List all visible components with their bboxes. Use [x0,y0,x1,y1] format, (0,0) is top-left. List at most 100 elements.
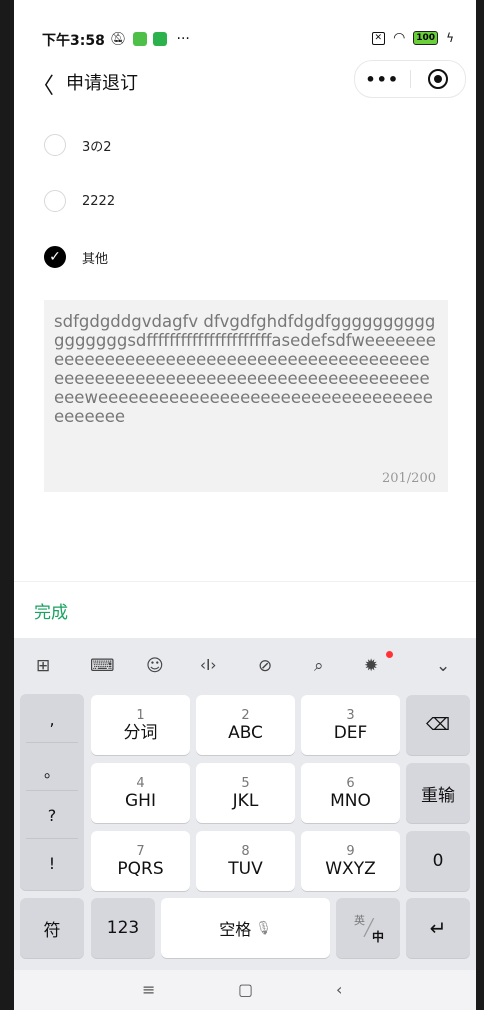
option-label: 其他 [82,251,109,267]
divider [26,838,78,839]
charging-icon: ϟ [446,31,454,45]
status-time: 下午3:58 [42,33,105,49]
close-miniprogram-button[interactable] [411,69,466,89]
key-8[interactable]: 8 TUV [196,831,295,891]
punct-key[interactable]: , [20,710,84,729]
nav-bar: 〈 申请退订 ••• [14,58,476,102]
home-icon[interactable]: ▢ [238,980,253,999]
status-icons-left: 🔕︎ ··· [110,31,190,47]
system-nav-bar: ≡ ▢ ‹ [14,970,476,1010]
key-0[interactable]: 0 [406,831,470,891]
wifi-icon: ◠ [393,30,406,46]
key-7[interactable]: 7 PQRS [91,831,190,891]
battery-icon: 100 [413,31,439,45]
status-icons-right: ✕ ◠ 100 ϟ [371,30,454,46]
collapse-keyboard-icon[interactable]: ⌄ [436,656,450,676]
punct-key[interactable]: 。 [20,758,84,782]
number-mode-label: 123 [106,918,140,938]
option-label: 2222 [82,193,116,209]
language-switch-button[interactable]: 英 ╱ 中 [336,898,400,958]
emoji-icon[interactable]: ☺ [146,656,164,676]
radio-checked-icon[interactable]: ✓ [44,246,66,268]
space-label: 空格 [219,920,252,939]
search-icon[interactable]: ⌕ [314,656,324,676]
back-nav-icon[interactable]: ‹ [336,980,342,999]
key-label: PQRS [117,858,164,879]
key-number: 1 [136,707,145,723]
backspace-icon: ⌫ [425,715,451,735]
key-label: GHI [125,790,156,811]
reenter-button[interactable]: 重输 [406,763,470,823]
apps-grid-icon[interactable]: ⊞ [36,656,50,676]
notification-dot [386,651,393,658]
key-4[interactable]: 4 GHI [91,763,190,823]
option-item[interactable]: 3の2 [44,132,112,158]
key-6[interactable]: 6 MNO [301,763,400,823]
textarea-value: sdfgdgddgvdagfv dfvgdfghdfdgdfgggggggggg… [54,312,436,426]
key-number: 4 [136,775,145,791]
miniprogram-capsule: ••• [354,60,466,98]
key-label: MNO [330,790,371,811]
key-label: ABC [228,722,263,743]
menu-icon[interactable]: ≡ [142,980,155,999]
more-menu-icon[interactable]: ••• [355,70,410,89]
symbol-button[interactable]: 符 [20,898,84,958]
key-label: TUV [228,858,263,879]
keyboard-layout-icon[interactable]: ⌨ [90,656,115,676]
target-icon [427,69,448,89]
option-label: 3の2 [82,139,112,155]
cursor-edit-icon[interactable]: ‹I› [200,656,216,674]
key-number: 6 [346,775,355,791]
option-item[interactable]: ✓ 其他 [44,244,108,270]
key-number: 7 [136,843,145,859]
key-number: 8 [241,843,250,859]
symbol-label: 符 [43,920,61,941]
key-1[interactable]: 1 分词 [91,695,190,755]
enter-button[interactable]: ↵ [406,898,470,958]
keyboard-toolbar: ⊞ ⌨ ☺ ‹I› ⊘ ⌕ ✹ ⌄ [14,638,476,694]
space-button[interactable]: 空格 🎙︎ [161,898,330,958]
key-number: 3 [346,707,355,723]
microphone-icon: 🎙︎ [255,920,272,936]
screen: 下午3:58 🔕︎ ··· ✕ ◠ 100 ϟ 〈 申请退订 ••• 3の2 2… [14,0,476,1010]
keyboard-accessory-bar: 完成 [14,581,476,639]
punct-key[interactable]: ? [20,806,84,825]
key-label: JKL [232,790,259,811]
key-label: WXYZ [325,858,376,879]
key-label: 0 [432,851,444,871]
reason-textarea[interactable]: sdfgdgddgvdagfv dfvgdfghdfdgdfgggggggggg… [44,300,448,492]
key-number: 2 [241,707,250,723]
option-item[interactable]: 2222 [44,188,115,214]
app-notification-icon [132,32,147,46]
divider [26,742,78,743]
enter-icon: ↵ [429,916,447,940]
back-icon[interactable]: 〈 [32,68,54,100]
punct-key[interactable]: ! [20,854,84,873]
status-bar: 下午3:58 🔕︎ ··· ✕ ◠ 100 ϟ [14,0,476,49]
clipboard-link-icon[interactable]: ⊘ [258,656,272,676]
key-number: 9 [346,843,355,859]
key-label: DEF [333,722,368,743]
divider [26,790,78,791]
sim-icon: ✕ [371,31,386,45]
reenter-label: 重输 [421,785,455,806]
more-notifications: ··· [176,31,190,47]
wechat-icon [152,32,167,46]
keyboard: ⊞ ⌨ ☺ ‹I› ⊘ ⌕ ✹ ⌄ , 。 ? ! 1 分词 2 ABC 3 D… [14,638,476,970]
key-3[interactable]: 3 DEF [301,695,400,755]
backspace-button[interactable]: ⌫ [406,695,470,755]
key-label: 分词 [123,722,158,743]
key-5[interactable]: 5 JKL [196,763,295,823]
skin-theme-icon[interactable]: ✹ [364,656,378,676]
radio-unchecked-icon[interactable] [44,190,66,212]
mute-icon: 🔕︎ [110,31,127,47]
key-number: 5 [241,775,250,791]
done-button[interactable]: 完成 [34,598,68,623]
number-mode-button[interactable]: 123 [91,898,155,958]
key-9[interactable]: 9 WXYZ [301,831,400,891]
lang-chinese: 中 [372,930,385,944]
key-2[interactable]: 2 ABC [196,695,295,755]
char-counter: 201/200 [381,471,436,486]
radio-unchecked-icon[interactable] [44,134,66,156]
punctuation-column: , 。 ? ! [20,694,84,890]
